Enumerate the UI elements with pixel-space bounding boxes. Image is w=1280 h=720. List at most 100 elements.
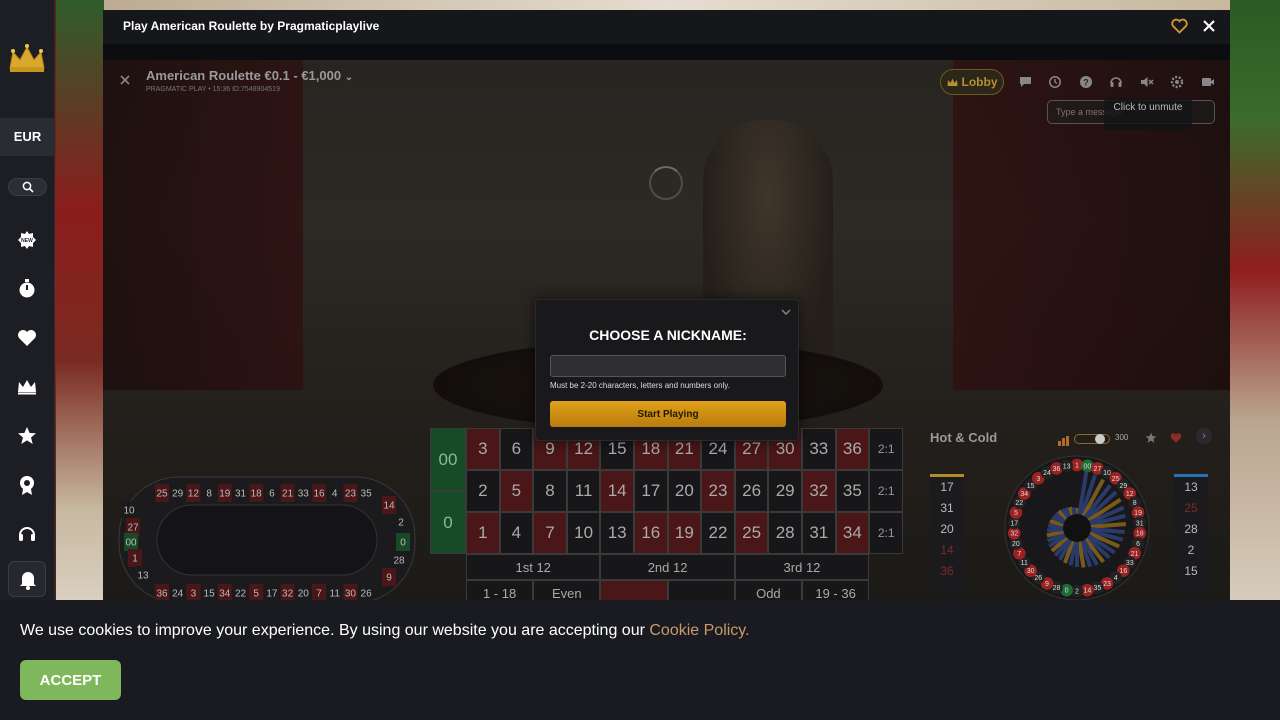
chat-icon[interactable]	[1017, 74, 1033, 90]
bet-number-28[interactable]: 28	[768, 512, 802, 554]
page: EUR NEW Play American Roulette by Pragma…	[0, 0, 1280, 720]
crown-icon[interactable]	[16, 376, 38, 398]
bet-outside[interactable]	[667, 580, 735, 600]
racetrack-number: 10	[123, 506, 135, 517]
bet-column[interactable]: 2:1	[869, 512, 904, 554]
bet-outside[interactable]: Odd	[734, 580, 802, 600]
currency-selector[interactable]: EUR	[0, 118, 55, 156]
wheel-number: 17	[1010, 520, 1018, 527]
video-camera-icon[interactable]	[1200, 74, 1216, 90]
bet-number-35[interactable]: 35	[835, 470, 870, 512]
search-button[interactable]	[8, 178, 47, 196]
hot-number: 20	[940, 522, 954, 536]
bet-number-2[interactable]: 2	[466, 470, 500, 512]
bet-number-20[interactable]: 20	[667, 470, 702, 512]
wheel-number: 11	[1021, 560, 1028, 567]
bet-number-3[interactable]: 3	[466, 428, 500, 470]
bet-dozen[interactable]: 2nd 12	[600, 554, 735, 580]
headset-icon[interactable]	[16, 523, 38, 545]
racetrack-number: 0	[400, 538, 406, 549]
history-icon[interactable]	[1047, 74, 1063, 90]
trophy-icon[interactable]	[16, 474, 38, 496]
bet-number-11[interactable]: 11	[566, 470, 601, 512]
wheel-number: 1	[1075, 463, 1079, 470]
racetrack-number: 30	[345, 589, 357, 600]
collapse-chevron-icon[interactable]	[781, 303, 791, 321]
bet-number-25[interactable]: 25	[734, 512, 769, 554]
new-badge-icon[interactable]: NEW	[16, 229, 38, 251]
favorite-heart-icon[interactable]	[1171, 18, 1188, 39]
bet-number-6[interactable]: 6	[499, 428, 534, 470]
heart-icon[interactable]	[1170, 431, 1182, 449]
bet-outside[interactable]: 19 - 36	[802, 580, 870, 600]
bet-number-16[interactable]: 16	[634, 512, 668, 554]
crown-logo-icon[interactable]	[7, 42, 47, 74]
bet-number-8[interactable]: 8	[533, 470, 567, 512]
notifications-button[interactable]	[8, 561, 46, 597]
bet-number-17[interactable]: 17	[634, 470, 668, 512]
bet-number-5[interactable]: 5	[499, 470, 534, 512]
star-icon[interactable]	[16, 425, 38, 447]
stopwatch-icon[interactable]	[16, 278, 38, 300]
bet-number-33[interactable]: 33	[802, 428, 836, 470]
bet-dozen[interactable]: 3rd 12	[734, 554, 870, 580]
close-icon[interactable]	[1201, 18, 1217, 39]
bet-zero-double[interactable]: 00	[430, 428, 466, 491]
bet-number-22[interactable]: 22	[701, 512, 735, 554]
bet-number-36[interactable]: 36	[835, 428, 870, 470]
video-close-icon[interactable]	[119, 73, 131, 91]
help-icon[interactable]: ?	[1078, 74, 1094, 90]
star-icon[interactable]	[1145, 431, 1157, 449]
slider-knob[interactable]	[1095, 434, 1105, 444]
bet-number-34[interactable]: 34	[835, 512, 870, 554]
bet-dozen[interactable]: 1st 12	[466, 554, 601, 580]
bet-number-10[interactable]: 10	[566, 512, 601, 554]
racetrack-bet-area[interactable]: 25 29 12 8 19 31 18 6 21 33 16 4 23 3536 24 3 15 34 22 5 17 3…	[117, 475, 417, 600]
settings-gear-icon[interactable]	[1169, 74, 1185, 90]
wheel-number: 36	[1053, 466, 1061, 473]
accept-cookies-button[interactable]: ACCEPT	[20, 660, 121, 700]
heart-icon[interactable]	[16, 327, 38, 349]
lobby-button[interactable]: Lobby	[940, 69, 1004, 95]
bet-number-4[interactable]: 4	[499, 512, 534, 554]
bet-outside[interactable]: Even	[533, 580, 601, 600]
mute-icon[interactable]	[1139, 74, 1155, 90]
cookie-policy-link[interactable]: Cookie Policy.	[649, 622, 749, 639]
wheel-number: 4	[1114, 575, 1118, 582]
cold-number: 15	[1184, 564, 1198, 578]
start-playing-button[interactable]: Start Playing	[550, 401, 786, 427]
racetrack-number: 24	[172, 589, 184, 600]
headset-icon[interactable]	[1108, 74, 1124, 90]
nickname-input[interactable]	[550, 355, 786, 377]
racetrack-number: 18	[251, 489, 263, 500]
bet-zero[interactable]: 0	[430, 491, 466, 554]
bet-number-19[interactable]: 19	[667, 512, 702, 554]
bet-number-1[interactable]: 1	[466, 512, 500, 554]
bet-number-13[interactable]: 13	[600, 512, 634, 554]
game-strip	[103, 44, 1230, 60]
bet-number-32[interactable]: 32	[802, 470, 836, 512]
bet-number-7[interactable]: 7	[533, 512, 567, 554]
hot-cold-title: Hot & Cold	[930, 430, 998, 445]
betting-grid[interactable]: 00 0 3 6 9 12 15 18 21 24 27 30 33 36 2:1 2 5 8 11 14 17 20 23…	[430, 428, 904, 600]
bet-number-29[interactable]: 29	[768, 470, 802, 512]
wheel-number: 13	[1063, 463, 1071, 470]
bet-column[interactable]: 2:1	[869, 470, 904, 512]
unmute-tooltip: Click to unmute	[1104, 98, 1192, 130]
chevron-right-icon[interactable]: ›	[1196, 428, 1212, 444]
hot-cold-wheel: 1 00 2710252912819311862133164233514202892…	[1004, 455, 1150, 600]
rounds-slider[interactable]	[1074, 434, 1110, 444]
bet-number-14[interactable]: 14	[600, 470, 634, 512]
modal-title: CHOOSE A NICKNAME:	[589, 327, 747, 343]
bet-number-31[interactable]: 31	[802, 512, 836, 554]
stats-bar-icon[interactable]	[1058, 433, 1070, 451]
bet-outside[interactable]	[600, 580, 668, 600]
hot-number: 14	[940, 543, 954, 557]
bet-number-26[interactable]: 26	[734, 470, 769, 512]
hot-number: 31	[940, 501, 954, 515]
bet-number-23[interactable]: 23	[701, 470, 735, 512]
table-title[interactable]: American Roulette €0.1 - €1,000 ⌄	[146, 68, 353, 83]
cold-number: 13	[1184, 480, 1198, 494]
bet-outside[interactable]: 1 - 18	[466, 580, 534, 600]
bet-column[interactable]: 2:1	[869, 428, 904, 470]
